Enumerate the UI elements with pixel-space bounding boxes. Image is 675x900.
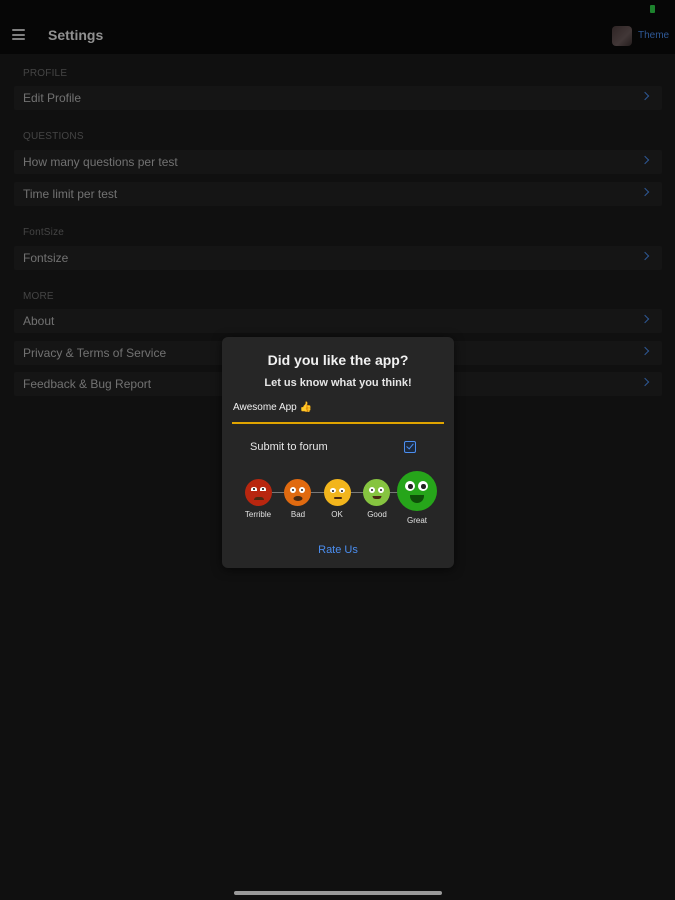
app-screen: Settings Theme PROFILE Edit Profile QUES… (0, 0, 675, 900)
rating-label-terrible: Terrible (244, 510, 272, 519)
rate-us-button[interactable]: Rate Us (222, 544, 454, 556)
feedback-input-value: Awesome App 👍 (233, 402, 312, 413)
rating-label-great: Great (406, 516, 427, 525)
rating-label-ok: OK (331, 510, 343, 519)
rating-label-bad: Bad (290, 510, 306, 519)
bad-face-icon[interactable] (284, 479, 311, 506)
dialog-subtitle: Let us know what you think! (264, 377, 412, 389)
feedback-input[interactable]: Awesome App 👍 (232, 400, 444, 424)
terrible-face-icon[interactable] (245, 479, 272, 506)
ok-face-icon[interactable] (324, 479, 351, 506)
rating-label-good: Good (367, 510, 387, 519)
good-face-icon[interactable] (363, 479, 390, 506)
rating-dialog: Did you like the app? Let us know what y… (222, 337, 454, 568)
home-indicator[interactable] (234, 891, 442, 895)
submit-to-forum-label: Submit to forum (250, 441, 328, 453)
great-face-icon[interactable] (397, 471, 437, 511)
dialog-title: Did you like the app? (267, 352, 409, 368)
submit-to-forum-checkbox[interactable] (404, 441, 416, 453)
